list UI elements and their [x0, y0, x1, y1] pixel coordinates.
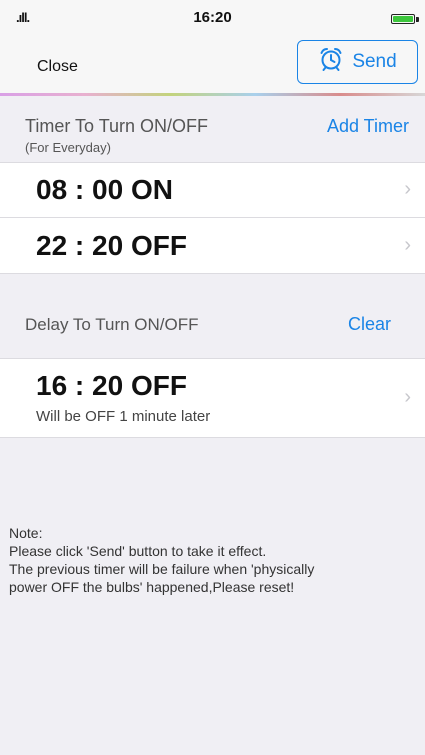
send-button[interactable]: Send — [297, 40, 418, 84]
timer-row-time: 22 : 20 OFF — [36, 230, 187, 261]
chevron-right-icon: › — [404, 234, 411, 256]
delay-row-subtitle: Will be OFF 1 minute later — [36, 408, 211, 425]
timer-section-title: Timer To Turn ON/OFF — [25, 116, 209, 136]
timer-row[interactable]: 22 : 20 OFF › — [0, 218, 425, 274]
timer-row[interactable]: 08 : 00 ON › — [0, 162, 425, 218]
delay-row[interactable]: 16 : 20 OFF Will be OFF 1 minute later › — [0, 358, 425, 438]
timer-section-subtitle: (For Everyday) — [25, 140, 111, 155]
alarm-clock-icon — [318, 46, 344, 78]
status-bar: .ıll. 16:20 — [0, 0, 425, 40]
clear-button[interactable]: Clear — [348, 314, 391, 335]
note-line: Please click 'Send' button to take it ef… — [9, 543, 267, 559]
delay-row-time: 16 : 20 OFF — [36, 370, 187, 401]
chevron-right-icon: › — [404, 386, 411, 408]
status-time: 16:20 — [193, 9, 232, 26]
timer-row-time: 08 : 00 ON — [36, 174, 173, 205]
chevron-right-icon: › — [404, 178, 411, 200]
nav-bar: Close Send — [0, 40, 425, 94]
note-line: Note: — [9, 525, 43, 541]
note-line: The previous timer will be failure when … — [9, 561, 315, 577]
send-label: Send — [352, 51, 397, 72]
close-button[interactable]: Close — [37, 58, 78, 76]
note-text: Note: Please click 'Send' button to take… — [9, 524, 419, 596]
add-timer-button[interactable]: Add Timer — [327, 116, 409, 137]
battery-tip — [416, 17, 419, 22]
note-line: power OFF the bulbs' happened,Please res… — [9, 579, 295, 595]
delay-section-header: Delay To Turn ON/OFF Clear — [0, 274, 425, 358]
timer-section-header: Timer To Turn ON/OFF (For Everyday) Add … — [0, 96, 425, 162]
delay-section-title: Delay To Turn ON/OFF — [25, 315, 199, 334]
battery-icon — [391, 14, 415, 24]
